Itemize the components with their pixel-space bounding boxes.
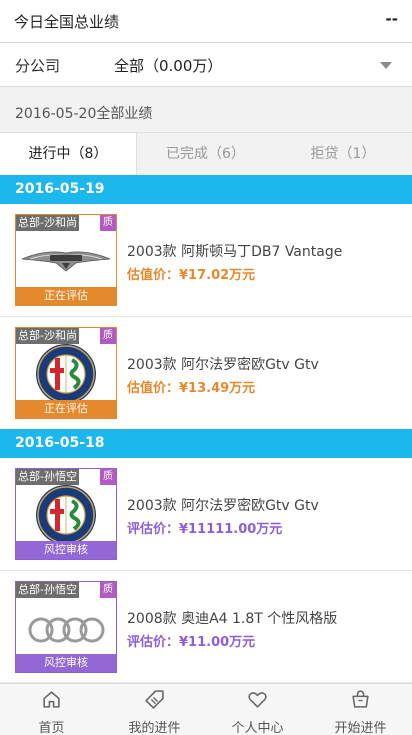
- quality-badge: 质: [100, 582, 116, 598]
- alfa-romeo-logo-icon: [36, 485, 96, 541]
- tab-in-progress[interactable]: 进行中（8）: [0, 133, 137, 175]
- branch-filter-value[interactable]: 全部（0.00万）: [114, 55, 222, 76]
- aston-martin-logo-icon: [21, 251, 111, 272]
- quality-badge: 质: [100, 215, 116, 231]
- car-model: 2008款 奥迪A4 1.8T 个性风格版: [127, 611, 338, 627]
- car-thumbnail: 总部-孙悟空 质 风控审核: [15, 581, 117, 673]
- summary-bar: 2016-05-20全部业绩: [0, 87, 412, 133]
- owner-tag: 总部-孙悟空: [16, 582, 79, 598]
- status-label: 正在评估: [16, 400, 116, 418]
- list-item[interactable]: 总部-孙悟空 质 风控审核 2008款 奥迪A4 1.8T 个性风格版 评估价：…: [0, 571, 412, 683]
- branch-filter[interactable]: 分公司 全部（0.00万）: [0, 43, 412, 87]
- date-section-header: 2016-05-18: [0, 429, 412, 458]
- car-price: 评估价：¥11.00万元: [127, 635, 256, 650]
- car-model: 2003款 阿斯顿马丁DB7 Vantage: [127, 244, 343, 260]
- bottom-navigation: 首页 我的进件 个人中心 开始进件: [0, 683, 412, 735]
- heart-icon: [248, 692, 267, 708]
- quality-badge: 质: [100, 469, 116, 485]
- status-label: 风控审核: [16, 541, 116, 559]
- tab-rejected[interactable]: 拒贷（1）: [274, 133, 412, 175]
- page-title: 今日全国总业绩: [14, 13, 120, 31]
- list-item[interactable]: 总部-沙和尚 质 正在评估 2003款 阿尔法罗密欧Gtv Gtv 估值价：¥1…: [0, 317, 412, 430]
- car-thumbnail: 总部-沙和尚 质 正在评估: [15, 214, 117, 306]
- car-price: 估值价：¥13.49万元: [127, 381, 256, 396]
- section-date: 2016-05-19: [15, 181, 105, 197]
- tag-icon: [145, 690, 164, 709]
- section-date: 2016-05-18: [15, 435, 105, 451]
- dropdown-arrow-icon[interactable]: [380, 62, 392, 69]
- car-price: 估值价：¥17.02万元: [127, 268, 256, 283]
- owner-tag: 总部-沙和尚: [16, 328, 79, 344]
- car-thumbnail: 总部-沙和尚 质 正在评估: [15, 327, 117, 419]
- date-section-header: 2016-05-19: [0, 175, 412, 204]
- top-bar: 今日全国总业绩 --: [0, 0, 412, 43]
- list-item[interactable]: 总部-孙悟空 质 风控审核 2003款 阿尔法罗密欧Gtv Gtv 评估价：¥1…: [0, 458, 412, 571]
- nav-my-applications-label: 我的进件: [128, 721, 181, 735]
- nav-home-label: 首页: [38, 721, 65, 735]
- branch-filter-label: 分公司: [15, 57, 61, 75]
- car-price: 评估价：¥11111.00万元: [127, 522, 283, 537]
- nav-my-applications[interactable]: 我的进件: [103, 684, 206, 735]
- summary-text: 2016-05-20全部业绩: [15, 106, 153, 122]
- status-label: 风控审核: [16, 654, 116, 672]
- list-item[interactable]: 总部-沙和尚 质 正在评估 2003款 阿斯顿马丁DB7 Vantage 估值价…: [0, 204, 412, 317]
- audi-logo-icon: [28, 617, 105, 643]
- owner-tag: 总部-沙和尚: [16, 215, 79, 231]
- car-model: 2003款 阿尔法罗密欧Gtv Gtv: [127, 498, 319, 514]
- menu-toggle[interactable]: --: [386, 10, 398, 28]
- status-tabs: 进行中（8） 已完成（6） 拒贷（1）: [0, 133, 412, 175]
- nav-start-application-label: 开始进件: [334, 721, 387, 735]
- owner-tag: 总部-孙悟空: [16, 469, 79, 485]
- quality-badge: 质: [100, 328, 116, 344]
- basket-icon: [352, 690, 369, 708]
- nav-start-application[interactable]: 开始进件: [309, 684, 412, 735]
- nav-profile-label: 个人中心: [231, 721, 284, 735]
- nav-home[interactable]: 首页: [0, 684, 103, 735]
- tab-completed[interactable]: 已完成（6）: [137, 133, 274, 175]
- home-icon: [43, 691, 60, 708]
- car-model: 2003款 阿尔法罗密欧Gtv Gtv: [127, 357, 319, 373]
- alfa-romeo-logo-icon: [36, 344, 96, 400]
- status-label: 正在评估: [16, 287, 116, 305]
- car-thumbnail: 总部-孙悟空 质 风控审核: [15, 468, 117, 560]
- nav-profile[interactable]: 个人中心: [206, 684, 309, 735]
